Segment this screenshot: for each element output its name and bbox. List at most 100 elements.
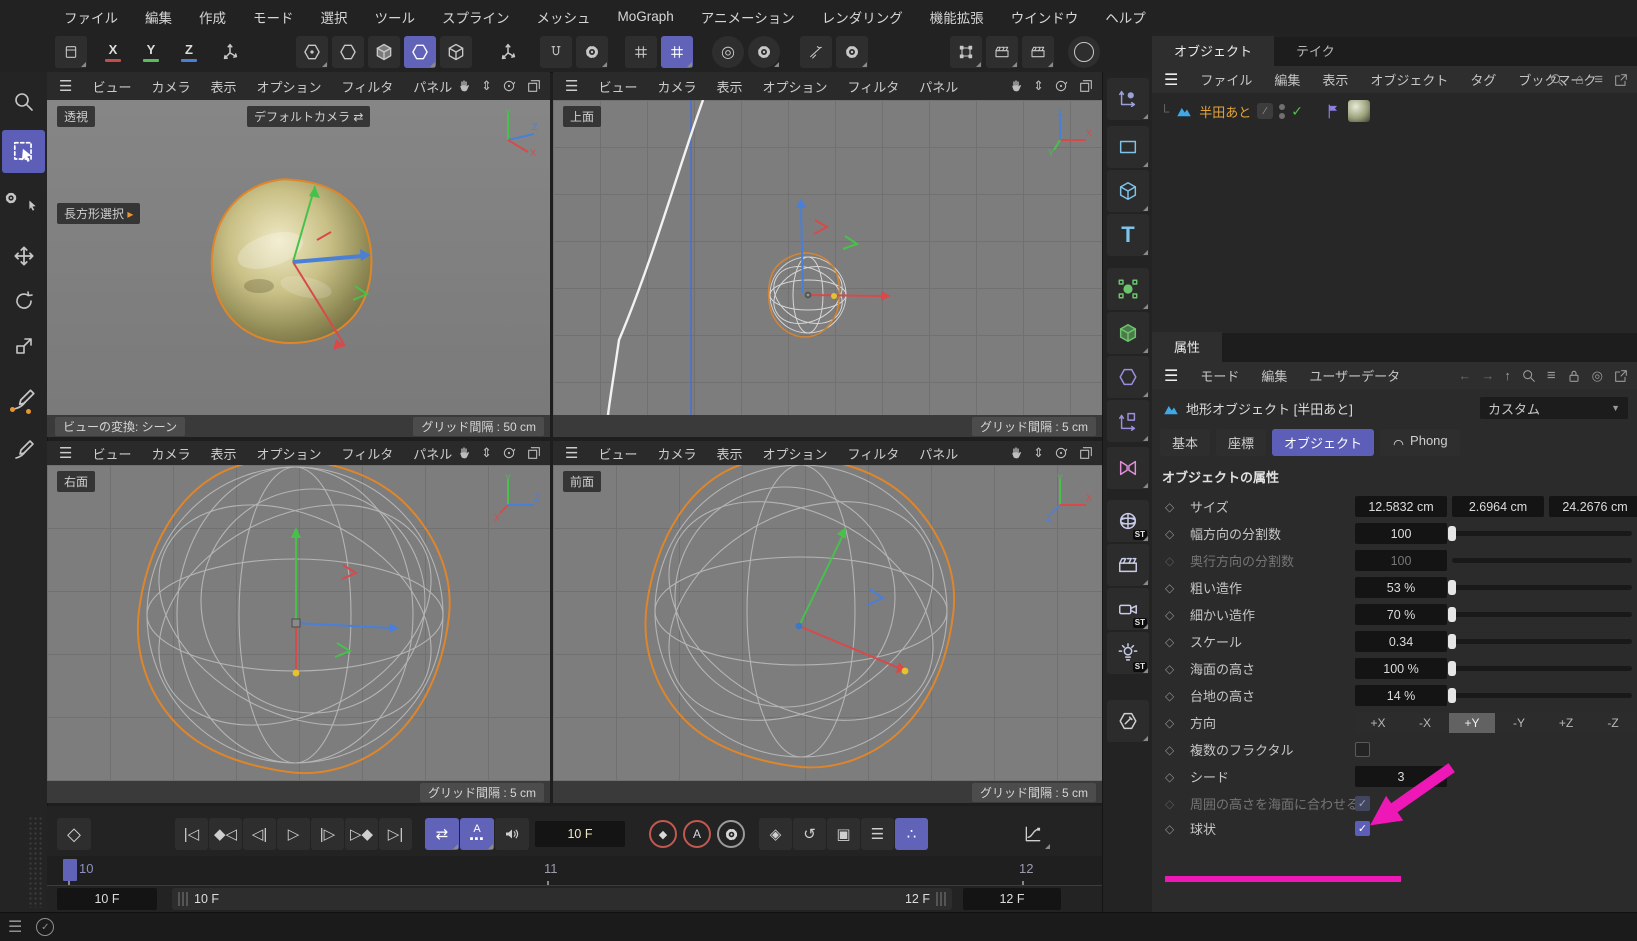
viewport-menu-camera[interactable]: カメラ xyxy=(657,444,696,463)
search-commander-icon[interactable] xyxy=(2,80,45,123)
width-segments-field[interactable]: 100 xyxy=(1355,523,1447,544)
om-menu-view[interactable]: 表示 xyxy=(1322,70,1348,89)
section-object-properties[interactable]: オブジェクトの属性 xyxy=(1162,467,1279,486)
am-back-icon[interactable]: ← xyxy=(1458,368,1471,383)
am-search-icon[interactable] xyxy=(1521,368,1537,384)
autokey-all-button[interactable]: A▪▪▪ xyxy=(460,818,494,850)
viewport-menu-display[interactable]: 表示 xyxy=(210,444,236,463)
menu-rendering[interactable]: レンダリング xyxy=(822,7,903,27)
range-right-grip[interactable] xyxy=(936,892,946,906)
multifractal-checkbox[interactable] xyxy=(1355,742,1370,757)
viewport-front-canvas[interactable]: 前面 Y X Z xyxy=(553,465,1102,781)
menu-mode[interactable]: モード xyxy=(253,7,294,27)
keyframe-dot-icon[interactable]: ◇ xyxy=(1165,716,1179,730)
viewport-perspective[interactable]: ☰ ビュー カメラ 表示 オプション フィルタ パネル ⇕ xyxy=(47,72,550,437)
viewport-menu-view[interactable]: ビュー xyxy=(598,77,637,96)
spline-smooth-tool-icon[interactable] xyxy=(2,378,45,421)
knife-tool-icon[interactable] xyxy=(800,36,832,68)
status-menu-icon[interactable]: ☰ xyxy=(8,917,22,937)
scale-field[interactable]: 0.34 xyxy=(1355,631,1447,652)
scale-tool-icon[interactable] xyxy=(2,324,45,367)
pan-hand-icon[interactable] xyxy=(456,445,472,461)
range-end-field[interactable]: 12 F xyxy=(963,888,1061,910)
goto-start-button[interactable]: |◁ xyxy=(175,818,208,850)
snap-settings-icon[interactable] xyxy=(576,36,608,68)
viewport-menu-panel[interactable]: パネル xyxy=(919,77,958,96)
orientation-plus-z[interactable]: +Z xyxy=(1543,713,1589,733)
am-filter-icon[interactable]: ≡ xyxy=(1547,367,1556,384)
camera-object-icon[interactable]: ST xyxy=(1107,588,1149,630)
pan-hand-icon[interactable] xyxy=(1008,445,1024,461)
material-sphere-icon[interactable] xyxy=(1068,36,1100,68)
tab-object[interactable]: オブジェクト xyxy=(1272,429,1374,456)
am-up-icon[interactable]: ↑ xyxy=(1504,368,1511,383)
prev-key-button[interactable]: ◆◁ xyxy=(209,818,242,850)
viewport-menu-panel[interactable]: パネル xyxy=(413,77,452,96)
sea-level-field[interactable]: 100 % xyxy=(1355,658,1447,679)
key-rotation-toggle[interactable]: ↺ xyxy=(793,818,826,850)
viewport-menu-options[interactable]: オプション xyxy=(257,444,322,463)
menu-animation[interactable]: アニメーション xyxy=(701,7,795,27)
key-parameter-toggle[interactable]: ☰ xyxy=(861,818,894,850)
size-z-field[interactable]: 24.2676 cm xyxy=(1549,496,1637,517)
dolly-icon[interactable]: ⇕ xyxy=(1033,78,1044,94)
stage-icon[interactable] xyxy=(1107,544,1149,586)
current-frame-field[interactable]: 10 F xyxy=(535,821,625,847)
scale-slider[interactable] xyxy=(1452,639,1632,644)
fine-furrows-field[interactable]: 70 % xyxy=(1355,604,1447,625)
am-popout-icon[interactable] xyxy=(1613,368,1629,384)
menu-create[interactable]: 作成 xyxy=(199,7,226,27)
key-position-toggle[interactable]: ◈ xyxy=(759,818,792,850)
am-menu-edit[interactable]: 編集 xyxy=(1261,366,1287,385)
keyframe-settings-button[interactable] xyxy=(717,820,745,848)
material-tag-thumbnail[interactable] xyxy=(1348,100,1370,122)
orientation-minus-y[interactable]: -Y xyxy=(1496,713,1542,733)
size-x-field[interactable]: 12.5832 cm xyxy=(1355,496,1447,517)
sound-button[interactable] xyxy=(495,818,529,850)
next-key-button[interactable]: ▷◆ xyxy=(345,818,378,850)
render-view-icon[interactable] xyxy=(986,36,1018,68)
object-tree[interactable]: └ 半田あと ∕ ✓ xyxy=(1152,93,1637,333)
om-home-icon[interactable]: ⌂ xyxy=(1575,71,1584,88)
rectangle-spline-icon[interactable] xyxy=(1107,126,1149,168)
light-object-icon[interactable]: ST xyxy=(1107,632,1149,674)
sky-environment-icon[interactable]: ST xyxy=(1107,500,1149,542)
menu-select[interactable]: 選択 xyxy=(321,7,348,27)
range-left-grip[interactable] xyxy=(178,892,188,906)
rotate-view-icon[interactable] xyxy=(501,78,517,94)
am-forward-icon[interactable]: → xyxy=(1481,368,1494,383)
dolly-icon[interactable]: ⇕ xyxy=(1033,445,1044,461)
model-mode-icon[interactable] xyxy=(332,36,364,68)
plateau-level-field[interactable]: 14 % xyxy=(1355,685,1447,706)
viewport-right[interactable]: ☰ ビュー カメラ 表示 オプション フィルタ パネル ⇕ xyxy=(47,441,550,803)
viewport-menu-filter[interactable]: フィルタ xyxy=(342,444,394,463)
coordinate-system-icon[interactable] xyxy=(214,36,246,68)
preset-dropdown[interactable]: カスタム ▼ xyxy=(1480,397,1628,419)
orientation-minus-z[interactable]: -Z xyxy=(1590,713,1636,733)
viewport-menu-display[interactable]: 表示 xyxy=(210,77,236,96)
next-frame-button[interactable]: |▷ xyxy=(311,818,344,850)
text-spline-icon[interactable]: T xyxy=(1107,214,1149,256)
am-menu-icon[interactable]: ☰ xyxy=(1164,366,1178,386)
range-start-field[interactable]: 10 F xyxy=(57,888,157,910)
keyframe-dot-icon[interactable]: ◇ xyxy=(1165,500,1179,514)
phong-tag-icon[interactable] xyxy=(1325,103,1342,120)
om-filter-icon[interactable]: ≡ xyxy=(1594,71,1603,88)
prev-frame-button[interactable]: ◁| xyxy=(243,818,276,850)
sea-level-slider[interactable] xyxy=(1452,666,1632,671)
object-mode-icon[interactable] xyxy=(404,36,436,68)
viewport-menu-camera[interactable]: カメラ xyxy=(151,444,190,463)
keyframe-dot-icon[interactable]: ◇ xyxy=(1165,527,1179,541)
goto-end-button[interactable]: ▷| xyxy=(379,818,412,850)
viewport-menu-icon[interactable]: ☰ xyxy=(59,444,72,462)
keyframe-dot-icon[interactable]: ◇ xyxy=(1165,689,1179,703)
spline-move-icon[interactable] xyxy=(1107,78,1149,120)
viewport-top[interactable]: ☰ ビュー カメラ 表示 オプション フィルタ パネル ⇕ xyxy=(553,72,1102,437)
keyframe-dot-icon[interactable]: ◇ xyxy=(1165,822,1179,836)
orientation-minus-x[interactable]: -X xyxy=(1402,713,1448,733)
width-segments-slider[interactable] xyxy=(1452,531,1632,536)
key-scale-toggle[interactable]: ▣ xyxy=(827,818,860,850)
am-menu-mode[interactable]: モード xyxy=(1200,366,1239,385)
viewport-menu-options[interactable]: オプション xyxy=(257,77,322,96)
tab-basic[interactable]: 基本 xyxy=(1160,429,1210,456)
